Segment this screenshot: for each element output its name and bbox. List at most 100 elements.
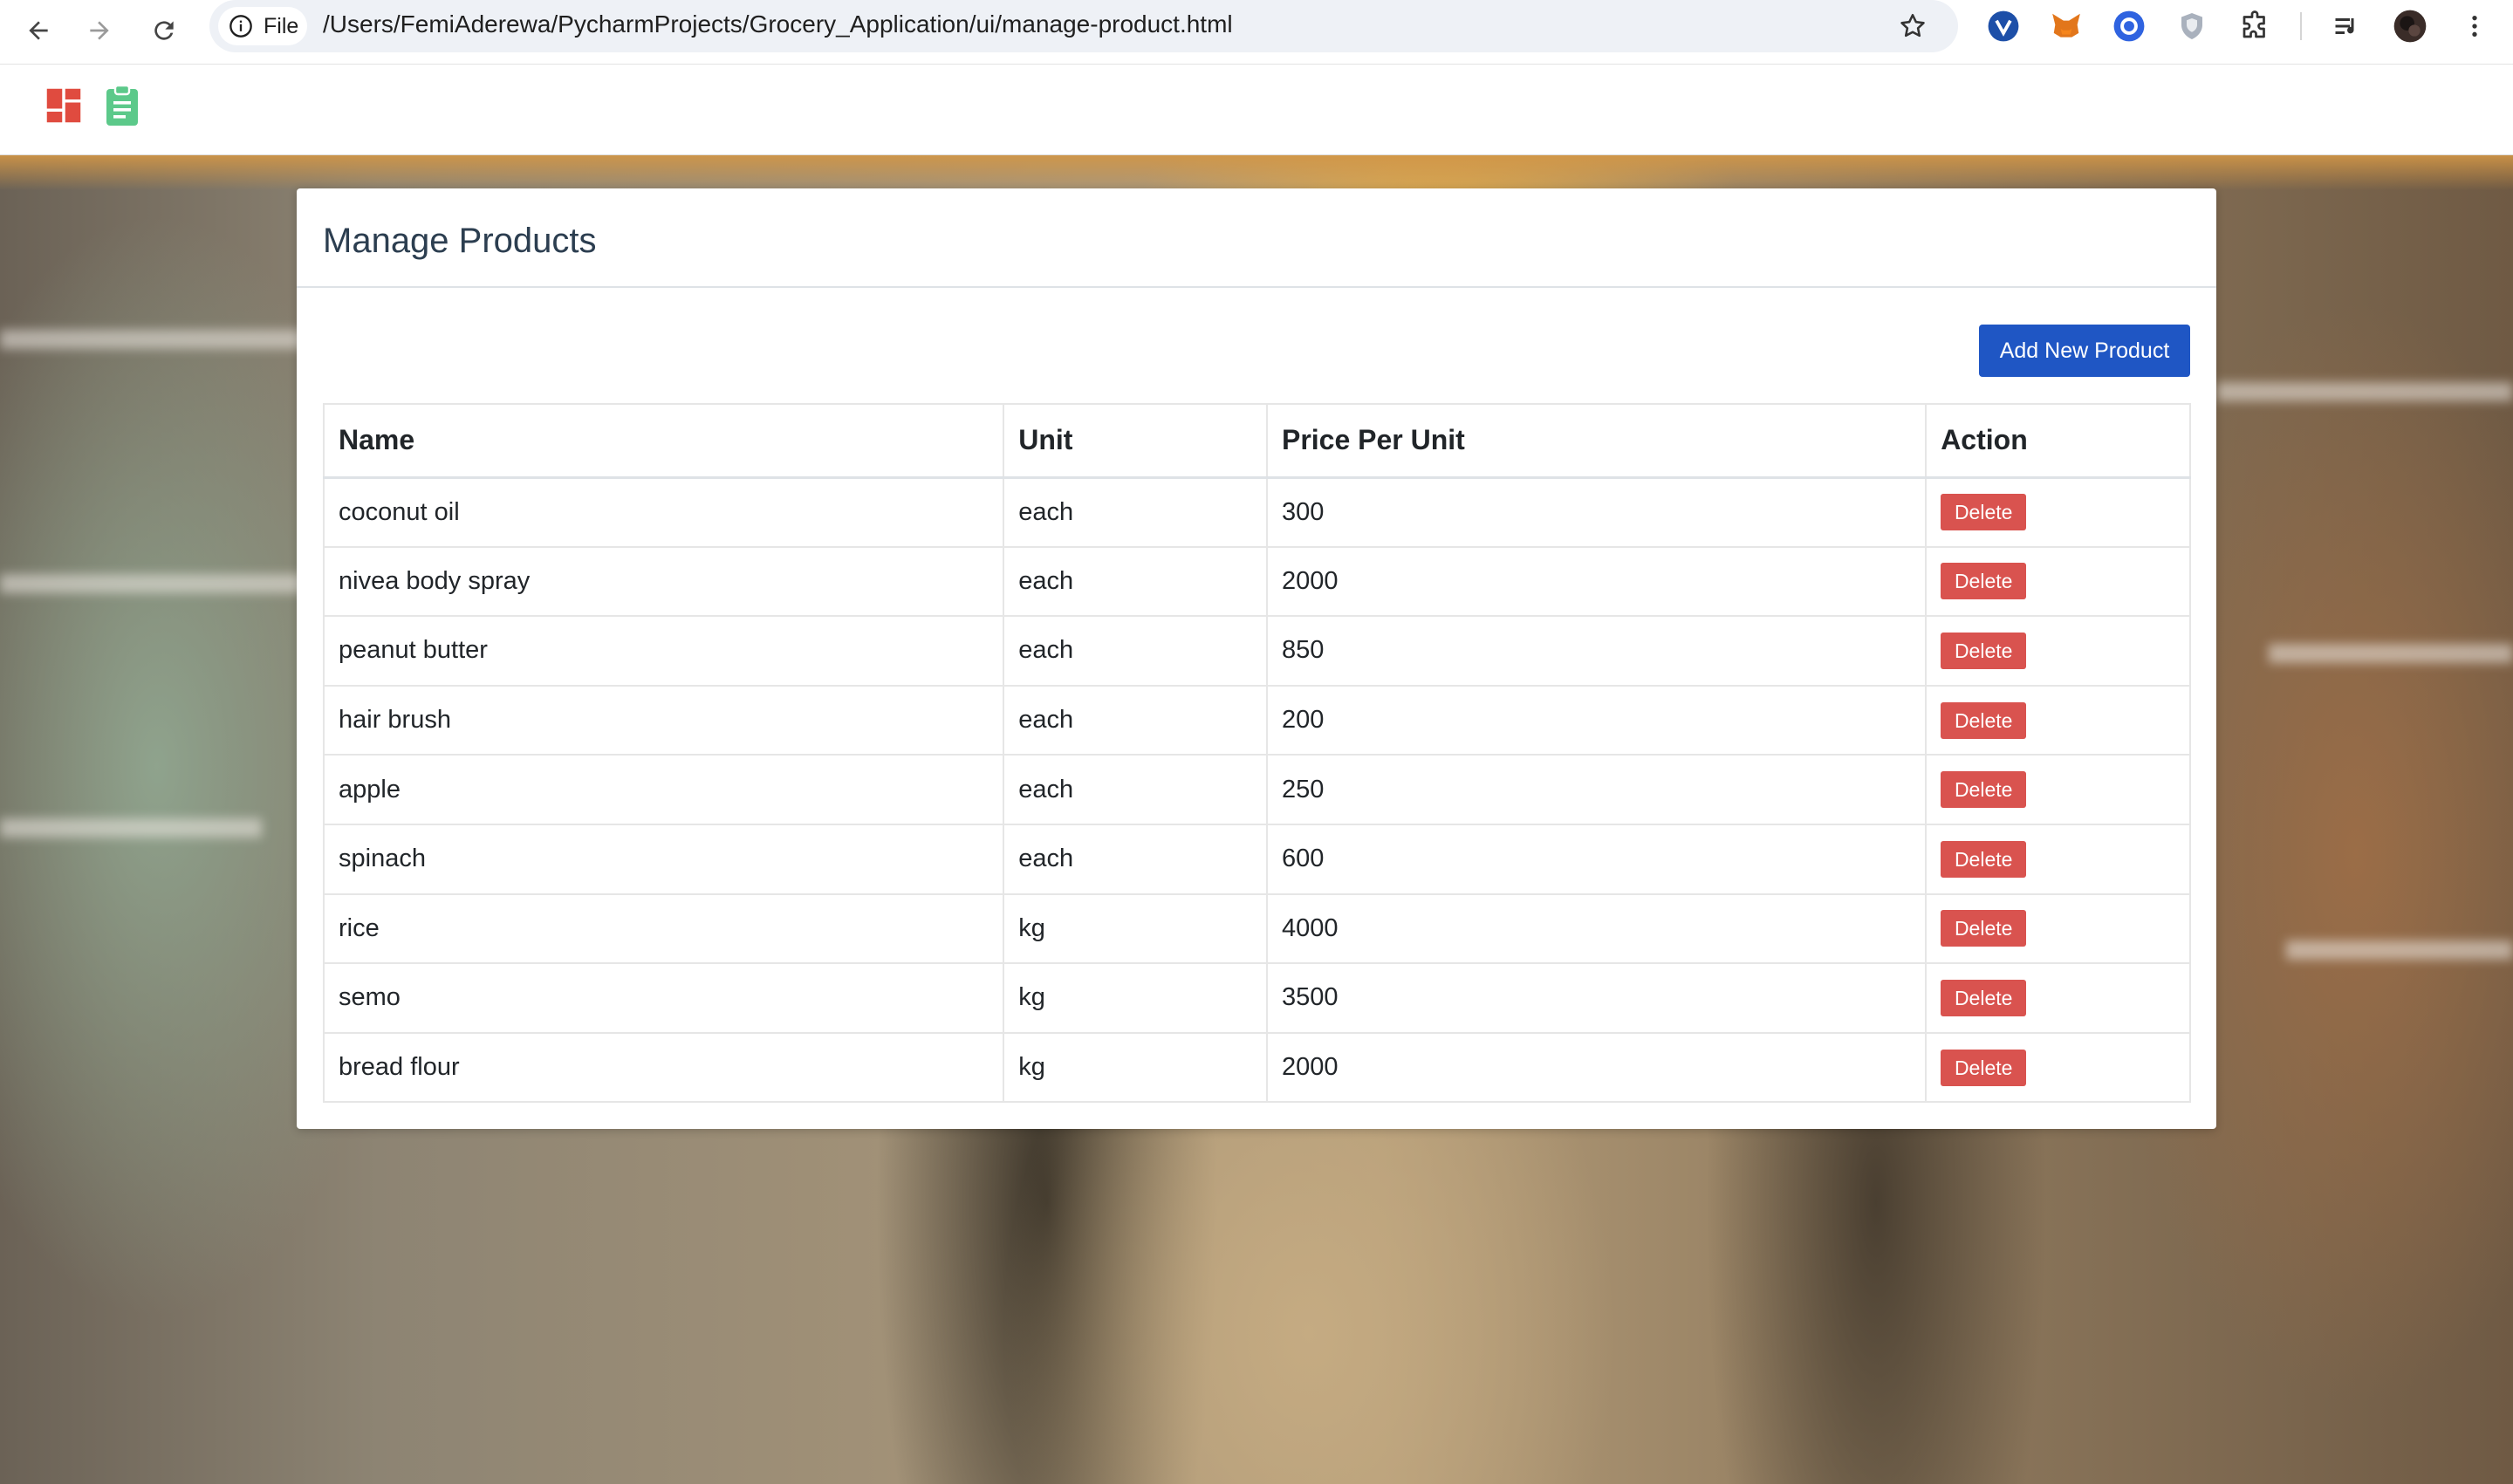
arrow-left-icon [29,21,48,40]
site-info-chip[interactable]: File [218,7,307,45]
product-name-cell: peanut butter [322,615,1005,687]
extensions-button[interactable] [2234,5,2276,47]
product-price-cell: 600 [1265,823,1928,895]
delete-button[interactable]: Delete [1941,979,2027,1016]
table-header-row: Name Unit Price Per Unit Action [322,403,2191,479]
reload-icon [154,21,174,40]
clipboard-link[interactable] [103,84,141,126]
star-icon [1900,13,1925,38]
profile-button[interactable] [2389,5,2431,47]
browser-toolbar: File /Users/FemiAderewa/PycharmProjects/… [0,0,2513,65]
product-action-cell: Delete [1925,754,2191,825]
puzzle-extensions-icon [2243,10,2265,38]
clipboard-icon [106,84,138,126]
column-header-name: Name [322,403,1005,479]
product-action-cell: Delete [1925,545,2191,618]
address-bar[interactable]: File /Users/FemiAderewa/PycharmProjects/… [209,0,1958,52]
column-header-action: Action [1925,403,2191,479]
product-name-cell: hair brush [322,684,1005,756]
product-action-cell: Delete [1925,615,2191,687]
product-name-cell: spinach [322,823,1005,895]
delete-button[interactable]: Delete [1941,701,2027,739]
forward-button[interactable] [75,6,124,55]
product-price-cell: 4000 [1265,892,1928,965]
vimeo-extension-button[interactable] [1982,5,2024,47]
info-icon [229,15,252,38]
product-action-cell: Delete [1925,892,2191,965]
product-price-cell: 2000 [1265,1031,1928,1104]
delete-button[interactable]: Delete [1941,1049,2027,1086]
product-price-cell: 850 [1265,615,1928,687]
product-price-cell: 2000 [1265,545,1928,618]
table-row: rice kg 4000 Delete [322,892,2191,965]
manage-products-card: Manage Products Add New Product Name Uni… [297,188,2216,1129]
shield-extension-button[interactable] [2171,5,2213,47]
product-name-cell: apple [322,754,1005,825]
table-row: apple each 250 Delete [322,754,2191,825]
vertical-dots-icon [2472,16,2477,37]
delete-button[interactable]: Delete [1941,910,2027,947]
page-title: Manage Products [323,222,597,260]
toolbar-divider [2300,12,2302,40]
table-row: bread flour kg 2000 Delete [322,1031,2191,1104]
product-unit-cell: each [1003,823,1268,895]
table-row: hair brush each 200 Delete [322,684,2191,756]
product-unit-cell: kg [1003,892,1268,965]
table-row: nivea body spray each 2000 Delete [322,545,2191,618]
product-unit-cell: each [1003,684,1268,756]
metamask-extension-button[interactable] [2045,5,2087,47]
arrow-right-icon [90,21,109,40]
blue-circle-extension-icon [2113,10,2145,42]
add-new-product-button[interactable]: Add New Product [1979,325,2190,377]
product-unit-cell: each [1003,545,1268,618]
product-action-cell: Delete [1925,476,2191,548]
product-unit-cell: each [1003,754,1268,825]
dashboard-icon [46,88,81,123]
product-name-cell: coconut oil [322,476,1005,548]
table-row: semo kg 3500 Delete [322,962,2191,1034]
product-name-cell: nivea body spray [322,545,1005,618]
table-row: coconut oil each 300 Delete [322,476,2191,548]
product-unit-cell: kg [1003,962,1268,1034]
product-price-cell: 300 [1265,476,1928,548]
product-action-cell: Delete [1925,962,2191,1034]
product-name-cell: bread flour [322,1031,1005,1104]
dashboard-link[interactable] [45,87,82,124]
delete-button[interactable]: Delete [1941,494,2027,531]
product-action-cell: Delete [1925,823,2191,895]
delete-button[interactable]: Delete [1941,840,2027,878]
product-price-cell: 200 [1265,684,1928,756]
product-action-cell: Delete [1925,1031,2191,1104]
column-header-price: Price Per Unit [1265,403,1928,479]
table-row: spinach each 600 Delete [322,823,2191,895]
blue-circle-extension-button[interactable] [2108,5,2150,47]
browser-menu-button[interactable] [2454,5,2496,47]
product-name-cell: rice [322,892,1005,965]
product-price-cell: 250 [1265,754,1928,825]
product-action-cell: Delete [1925,684,2191,756]
vimeo-extension-icon [1988,10,2019,42]
table-row: peanut butter each 850 Delete [322,615,2191,687]
card-header: Manage Products [297,188,2216,288]
products-table: Name Unit Price Per Unit Action coconut … [322,403,2191,1104]
reload-button[interactable] [140,6,188,55]
product-price-cell: 3500 [1265,962,1928,1034]
media-controls-button[interactable] [2326,5,2368,47]
avatar [2393,10,2427,43]
url-text[interactable]: /Users/FemiAderewa/PycharmProjects/Groce… [323,10,1233,38]
shield-extension-icon [2181,13,2202,39]
column-header-unit: Unit [1003,403,1268,479]
product-name-cell: semo [322,962,1005,1034]
product-unit-cell: kg [1003,1031,1268,1104]
delete-button[interactable]: Delete [1941,771,2027,809]
metamask-fox-icon [2052,13,2080,38]
product-unit-cell: each [1003,476,1268,548]
back-button[interactable] [14,6,63,55]
app-navbar [0,65,2513,155]
product-unit-cell: each [1003,615,1268,687]
delete-button[interactable]: Delete [1941,563,2027,600]
bookmark-button[interactable] [1890,3,1935,49]
media-queue-icon [2335,18,2354,34]
site-info-label: File [264,13,299,38]
delete-button[interactable]: Delete [1941,632,2027,669]
